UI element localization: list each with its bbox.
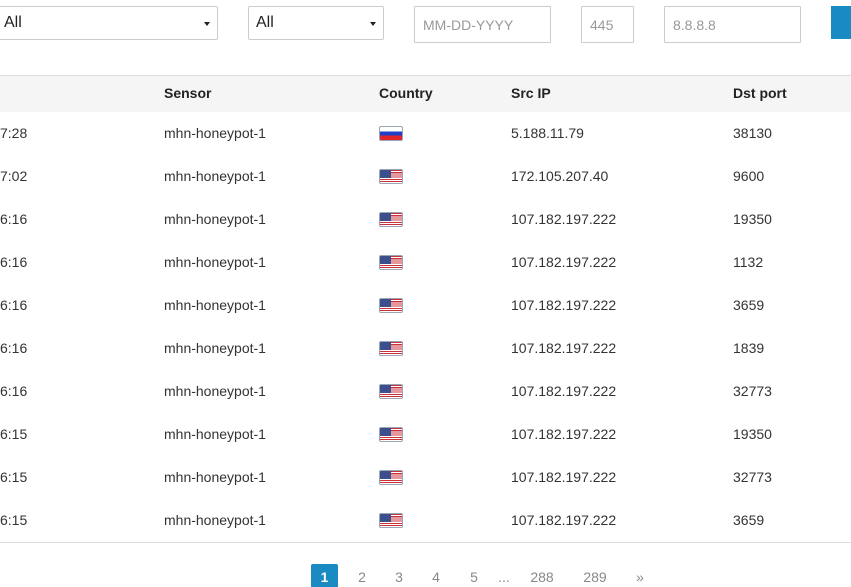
cell-dst-port: 32773 [733, 469, 772, 485]
cell-src-ip: 107.182.197.222 [511, 383, 617, 399]
cell-sensor: mhn-honeypot-1 [164, 340, 266, 356]
cell-src-ip: 107.182.197.222 [511, 254, 617, 270]
flag-us-icon [379, 255, 403, 270]
cell-sensor: mhn-honeypot-1 [164, 426, 266, 442]
cell-time: 6:16 [0, 383, 28, 399]
cell-src-ip: 107.182.197.222 [511, 340, 617, 356]
flag-us-icon [379, 341, 403, 356]
page-1-link[interactable]: 1 [311, 564, 338, 587]
cell-time: 6:15 [0, 512, 28, 528]
cell-sensor: mhn-honeypot-1 [164, 512, 266, 528]
page-289-link[interactable]: 289 [579, 564, 611, 587]
flag-us-icon [379, 212, 403, 227]
page-ellipsis: ... [498, 569, 510, 585]
table-row: 6:16 mhn-honeypot-1 107.182.197.222 3277… [0, 370, 851, 413]
date-input[interactable] [414, 6, 551, 43]
cell-src-ip: 107.182.197.222 [511, 297, 617, 313]
search-button[interactable] [831, 6, 851, 39]
page-3-link[interactable]: 3 [389, 564, 409, 587]
table-header: Sensor Country Src IP Dst port [0, 75, 851, 112]
table-row: 6:16 mhn-honeypot-1 107.182.197.222 1839 [0, 327, 851, 370]
cell-src-ip: 172.105.207.40 [511, 168, 609, 184]
header-sensor: Sensor [164, 85, 212, 101]
cell-src-ip: 107.182.197.222 [511, 469, 617, 485]
pagination: 1 2 3 4 5 ... 288 289 » [0, 563, 851, 587]
table-row: 7:02 mhn-honeypot-1 172.105.207.40 9600 [0, 155, 851, 198]
cell-dst-port: 3659 [733, 297, 765, 313]
flag-us-icon [379, 384, 403, 399]
cell-time: 6:16 [0, 211, 28, 227]
page-2-link[interactable]: 2 [352, 564, 372, 587]
table-row: 6:16 mhn-honeypot-1 107.182.197.222 1935… [0, 198, 851, 241]
port-input[interactable] [581, 6, 634, 43]
flag-us-icon [379, 169, 403, 184]
ip-input[interactable] [664, 6, 801, 43]
cell-time: 7:28 [0, 125, 28, 141]
page-288-link[interactable]: 288 [526, 564, 558, 587]
cell-src-ip: 5.188.11.79 [511, 125, 584, 141]
cell-dst-port: 19350 [733, 426, 772, 442]
cell-time: 7:02 [0, 168, 28, 184]
table-row: 6:15 mhn-honeypot-1 107.182.197.222 3277… [0, 456, 851, 499]
cell-sensor: mhn-honeypot-1 [164, 383, 266, 399]
cell-time: 6:15 [0, 426, 28, 442]
cell-sensor: mhn-honeypot-1 [164, 168, 266, 184]
filter-select-2[interactable]: All [248, 6, 384, 40]
cell-dst-port: 9600 [733, 168, 765, 184]
table-divider [0, 542, 851, 543]
table-row: 6:16 mhn-honeypot-1 107.182.197.222 1132 [0, 241, 851, 284]
header-src-ip: Src IP [511, 85, 551, 101]
flag-us-icon [379, 470, 403, 485]
filter-bar: All All [0, 0, 851, 60]
cell-dst-port: 32773 [733, 383, 772, 399]
header-dst-port: Dst port [733, 85, 787, 101]
flag-us-icon [379, 513, 403, 528]
page-4-link[interactable]: 4 [426, 564, 446, 587]
chevron-down-icon [370, 22, 376, 26]
cell-dst-port: 1839 [733, 340, 765, 356]
filter-select-2-value: All [256, 14, 274, 31]
cell-sensor: mhn-honeypot-1 [164, 254, 266, 270]
flag-us-icon [379, 427, 403, 442]
table-row: 6:15 mhn-honeypot-1 107.182.197.222 3659 [0, 499, 851, 542]
cell-dst-port: 3659 [733, 512, 765, 528]
table-row: 7:28 mhn-honeypot-1 5.188.11.79 38130 [0, 112, 851, 155]
cell-time: 6:16 [0, 340, 28, 356]
cell-src-ip: 107.182.197.222 [511, 512, 617, 528]
cell-time: 6:15 [0, 469, 28, 485]
header-country: Country [379, 85, 433, 101]
cell-dst-port: 38130 [733, 125, 772, 141]
flag-us-icon [379, 298, 403, 313]
table-row: 6:16 mhn-honeypot-1 107.182.197.222 3659 [0, 284, 851, 327]
cell-sensor: mhn-honeypot-1 [164, 125, 266, 141]
cell-src-ip: 107.182.197.222 [511, 426, 617, 442]
next-page-icon[interactable]: » [630, 564, 650, 587]
filter-select-1[interactable]: All [0, 6, 218, 40]
cell-time: 6:16 [0, 254, 28, 270]
cell-dst-port: 19350 [733, 211, 772, 227]
flag-ru-icon [379, 126, 403, 141]
cell-sensor: mhn-honeypot-1 [164, 469, 266, 485]
table-body: 7:28 mhn-honeypot-1 5.188.11.79 38130 7:… [0, 112, 851, 542]
cell-src-ip: 107.182.197.222 [511, 211, 617, 227]
table-row: 6:15 mhn-honeypot-1 107.182.197.222 1935… [0, 413, 851, 456]
cell-sensor: mhn-honeypot-1 [164, 211, 266, 227]
cell-dst-port: 1132 [733, 254, 764, 270]
filter-select-1-value: All [4, 14, 22, 31]
page-5-link[interactable]: 5 [464, 564, 484, 587]
cell-time: 6:16 [0, 297, 28, 313]
chevron-down-icon [204, 22, 210, 26]
cell-sensor: mhn-honeypot-1 [164, 297, 266, 313]
